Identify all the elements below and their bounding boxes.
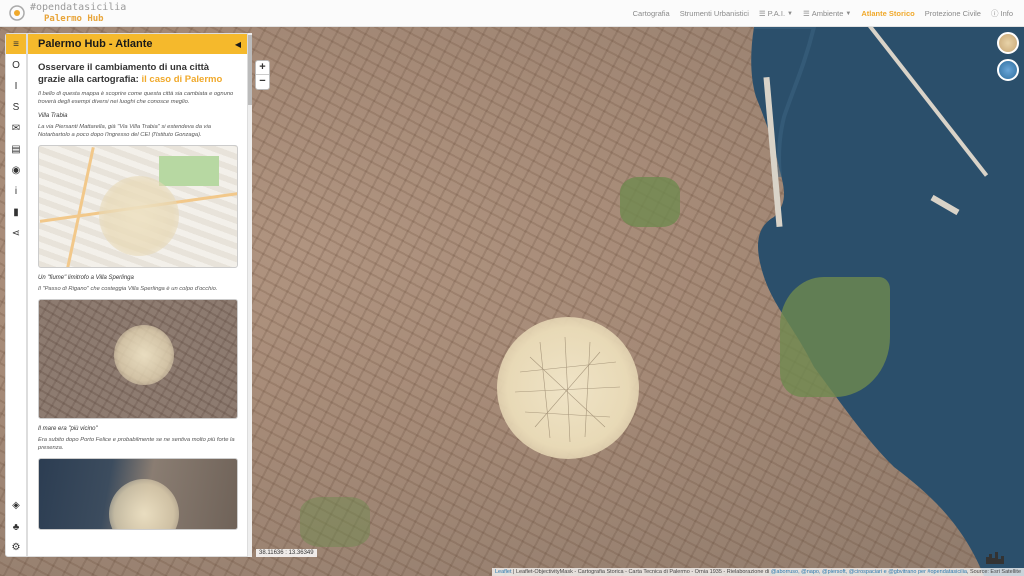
list-icon: ☰ [758,9,766,18]
section-text: La via Piersanti Mattarella, già "Via Vi… [38,124,211,138]
park [300,497,370,547]
globe-layer-icon[interactable] [997,59,1019,81]
nav-protezione-civile[interactable]: Protezione Civile [920,9,986,18]
info-circle-icon: ⓘ [990,9,999,18]
plant-icon[interactable]: ♣ [6,518,26,536]
park [780,277,890,397]
coordinates-readout: 38.11636 : 13.36349 [256,549,317,557]
letter-i-icon[interactable]: I [6,77,26,95]
share-icon[interactable]: ⋖ [6,224,26,242]
panel-title: Palermo Hub - Atlante [38,38,153,50]
nav-ambiente-dropdown[interactable]: ☰ Ambiente ▼ [798,9,856,18]
top-navbar: #opendatasicilia Palermo Hub Cartografia… [0,0,1024,27]
layers-icon[interactable]: ◈ [6,496,26,514]
park [620,177,680,227]
city-skyline-icon [986,552,1004,564]
info-icon[interactable]: i [6,182,26,200]
letter-o-icon[interactable]: O [6,56,26,74]
intro-title: Osservare il cambiamento di una città gr… [38,62,237,86]
envelope-icon[interactable]: ✉ [6,119,26,137]
zoom-in-button[interactable]: + [256,61,269,75]
github-icon[interactable]: ◉ [6,161,26,179]
brand-name: Palermo Hub [44,14,104,24]
list-icon: ☰ [802,9,810,18]
historic-map-layer-icon[interactable] [997,32,1019,54]
panel-body: Osservare il cambiamento di una città gr… [28,54,247,530]
panel-scrollbar[interactable] [248,33,252,557]
nav-cartografia[interactable]: Cartografia [628,9,675,18]
sidebar-tab-rail: ≡ O I S ✉ ▤ ◉ i ▮ ⋖ ◈ ♣ ⚙ [5,33,27,557]
collapse-arrow-icon[interactable]: ◀ [235,40,241,49]
sidebar-panel: Palermo Hub - Atlante ◀ Osservare il cam… [27,33,248,557]
attribution-source: , Source: Esri Satellite [966,569,1021,575]
menu-icon[interactable]: ≡ [6,34,26,54]
nav-info-label: Info [1000,9,1013,18]
nav-strumenti-label: Strumenti Urbanistici [679,9,749,18]
panel-header: Palermo Hub - Atlante ◀ [28,34,247,54]
attribution-credits[interactable]: @aborruso, @napo, @piersoft, @cirospacia… [771,569,967,575]
intro-title-highlight: il caso di Palermo [141,74,223,85]
gear-icon[interactable]: ⚙ [6,538,26,556]
nav-atlante-storico[interactable]: Atlante Storico [856,9,919,18]
letter-s-icon[interactable]: S [6,98,26,116]
leaflet-link[interactable]: Leaflet [495,569,512,575]
book-icon[interactable]: ▤ [6,140,26,158]
scrollbar-thumb[interactable] [248,35,252,105]
attribution-text: | Leaflet-ObjectivityMask - Cartografia … [511,569,771,575]
section-heading: Il mare era "più vicino" [38,426,98,432]
nav-atlante-label: Atlante Storico [861,9,915,18]
nav-strumenti-urbanistici[interactable]: Strumenti Urbanistici [675,9,754,18]
bookmark-icon[interactable]: ▮ [6,203,26,221]
zoom-out-button[interactable]: − [256,75,269,89]
nav-protezione-label: Protezione Civile [924,9,981,18]
nav-links: Cartografia Strumenti Urbanistici ☰ P.A.I… [628,0,1018,27]
brand-hashtag: #opendatasicilia [30,2,127,13]
nav-info[interactable]: ⓘ Info [986,8,1018,19]
section-text: Il "Passo di Rigano" che costeggia Villa… [38,286,218,292]
caret-down-icon: ▼ [787,10,793,17]
historic-map-lines [514,336,621,443]
villa-trabia-map-image[interactable] [38,145,238,268]
nav-cartografia-label: Cartografia [632,9,670,18]
nav-pai-label: P.A.I. [767,9,786,18]
caret-down-icon: ▼ [845,10,852,17]
section-text: Era subito dopo Porto Felice e probabilm… [38,437,235,451]
opendatasicilia-logo-icon[interactable] [8,4,26,22]
brand[interactable]: #opendatasicilia Palermo Hub [30,2,126,25]
nav-ambiente-label: Ambiente [811,9,844,18]
villa-sperlinga-map-image[interactable] [38,299,238,419]
section-heading: Villa Trabia [38,113,68,119]
section-heading: Un "fiume" limitrofo a Villa Sperlinga [38,275,134,281]
zoom-control: + − [255,60,270,90]
porto-felice-map-image[interactable] [38,458,238,530]
map-attribution: Leaflet | Leaflet-ObjectivityMask - Cart… [491,568,1024,576]
nav-pai-dropdown[interactable]: ☰ P.A.I. ▼ [754,9,798,18]
intro-text: Il bello di questa mappa è scoprire come… [38,91,234,105]
